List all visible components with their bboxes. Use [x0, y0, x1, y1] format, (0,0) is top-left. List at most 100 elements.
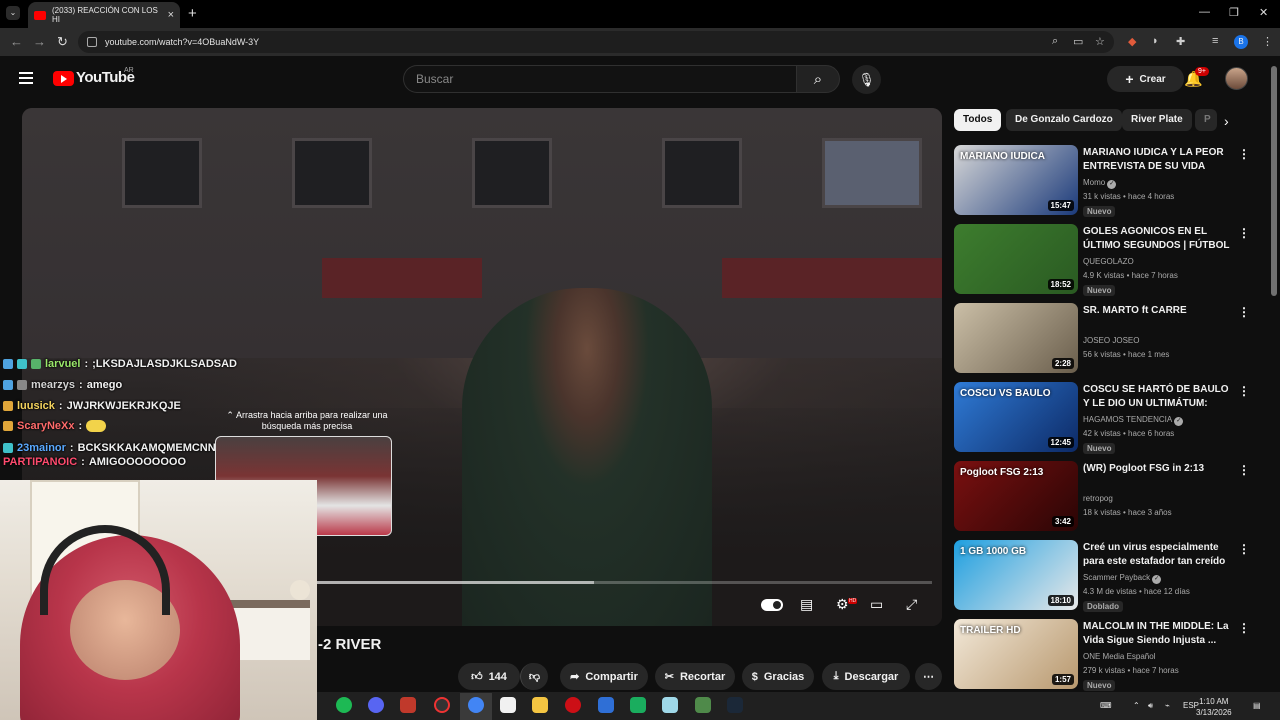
recommended-video[interactable]: 18:52 GOLES AGONICOS EN EL ÚLTIMO SEGUND… — [954, 224, 1254, 296]
thanks-button[interactable]: $ Gracias — [742, 663, 814, 690]
extension-icon[interactable]: ◆ — [1128, 35, 1136, 48]
create-button[interactable]: + Crear — [1107, 66, 1184, 92]
app-2-icon[interactable] — [598, 697, 614, 713]
subtitles-icon[interactable]: ▤ — [800, 596, 813, 613]
minimize-icon[interactable]: — — [1199, 6, 1210, 18]
video-title[interactable]: COSCU SE HARTÓ DE BAULO Y LE DIO UN ULTI… — [1083, 383, 1233, 411]
reading-list-icon[interactable]: ≡ — [1212, 35, 1218, 47]
profile-avatar[interactable]: B — [1234, 35, 1248, 49]
steam-icon[interactable] — [727, 697, 743, 713]
channel-name[interactable]: Momo ✓ — [1083, 178, 1117, 189]
minecraft-icon[interactable] — [695, 697, 711, 713]
volume-icon[interactable]: 🔊︎ — [1148, 701, 1153, 711]
recommended-video[interactable]: COSCU VS BAULO 12:45 COSCU SE HARTÓ DE B… — [954, 382, 1254, 454]
page-scrollbar[interactable] — [1271, 66, 1277, 296]
share-button[interactable]: ➦ Compartir — [560, 663, 648, 690]
voicemeeter-icon[interactable] — [400, 697, 416, 713]
video-title[interactable]: GOLES AGONICOS EN EL ÚLTIMO SEGUNDOS | F… — [1083, 225, 1233, 253]
dislike-button[interactable]: 👎︎ — [520, 663, 548, 690]
tray-chevron-icon[interactable]: ⌃ — [1133, 701, 1140, 710]
channel-name[interactable]: ONE Media Español — [1083, 652, 1155, 661]
autoplay-toggle[interactable] — [761, 599, 783, 611]
file-explorer-icon[interactable] — [532, 697, 548, 713]
keyboard-icon[interactable]: ⌨ — [1100, 701, 1112, 710]
recommended-video[interactable]: Pogloot FSG 2:13 3:42 (WR) Pogloot FSG i… — [954, 461, 1254, 531]
channel-name[interactable]: QUEGOLAZO — [1083, 257, 1134, 266]
video-title[interactable]: SR. MARTO ft CARRE — [1083, 304, 1233, 318]
spotify-icon[interactable] — [336, 697, 352, 713]
new-tab-button[interactable]: + — [188, 5, 197, 22]
channel-name[interactable]: HAGAMOS TENDENCIA ✓ — [1083, 415, 1184, 426]
bookmark-star-icon[interactable]: ☆ — [1095, 35, 1105, 48]
chrome-icon[interactable] — [468, 697, 484, 713]
chevron-right-icon[interactable]: › — [1224, 113, 1229, 129]
recommended-video[interactable]: 2:28 SR. MARTO ft CARRE JOSEO JOSEO 56 k… — [954, 303, 1254, 373]
youtube-logo-icon[interactable] — [53, 71, 74, 86]
app-icon[interactable] — [500, 697, 516, 713]
theater-mode-icon[interactable]: ▭ — [870, 596, 883, 613]
video-thumbnail[interactable]: COSCU VS BAULO 12:45 — [954, 382, 1078, 452]
account-avatar[interactable] — [1225, 67, 1248, 90]
channel-name[interactable]: JOSEO JOSEO — [1083, 336, 1139, 345]
video-title[interactable]: (WR) Pogloot FSG in 2:13 — [1083, 462, 1233, 476]
zoom-icon[interactable]: ⌕ — [1052, 35, 1058, 48]
recommended-video[interactable]: TRAILER HD 1:57 MALCOLM IN THE MIDDLE: L… — [954, 619, 1254, 691]
tab-close-icon[interactable]: × — [168, 9, 174, 21]
settings-gear-icon[interactable]: ⚙ — [836, 596, 849, 613]
video-thumbnail[interactable]: 2:28 — [954, 303, 1078, 373]
forward-icon[interactable]: → — [33, 34, 46, 49]
taskbar-clock[interactable]: 1:10 AM 3/13/2026 — [1196, 696, 1232, 718]
chip-partial[interactable]: P — [1195, 109, 1217, 131]
notification-center-icon[interactable]: ▤ — [1253, 701, 1261, 710]
chip-river-plate[interactable]: River Plate — [1122, 109, 1192, 131]
more-vertical-icon[interactable]: ⋮ — [1238, 542, 1250, 556]
video-thumbnail[interactable]: 1 GB 1000 GB 18:10 — [954, 540, 1078, 610]
more-vertical-icon[interactable]: ⋮ — [1238, 226, 1250, 240]
extension-2-icon[interactable]: ◗ — [1152, 35, 1159, 47]
network-icon[interactable]: ⌁ — [1165, 701, 1170, 710]
search-input[interactable]: Buscar — [403, 65, 796, 93]
more-actions-button[interactable]: ⋯ — [915, 663, 942, 690]
discord-icon[interactable] — [368, 697, 384, 713]
voice-search-button[interactable]: 🎙 — [852, 65, 881, 94]
app-3-icon[interactable] — [662, 697, 678, 713]
like-button[interactable]: 👍︎ 144 — [458, 663, 520, 690]
cast-icon[interactable]: ▭ — [1073, 35, 1083, 48]
browser-menu-icon[interactable]: ⋮ — [1262, 35, 1273, 48]
reload-icon[interactable]: ↻ — [57, 34, 68, 50]
video-title[interactable]: MALCOLM IN THE MIDDLE: La Vida Sigue Sie… — [1083, 620, 1233, 648]
download-button[interactable]: ⤓ Descargar — [822, 663, 910, 690]
clip-button[interactable]: ✂ Recortar — [655, 663, 735, 690]
recommended-video[interactable]: MARIANO IUDICA 15:47 MARIANO IUDICA Y LA… — [954, 145, 1254, 217]
obs-icon[interactable] — [434, 697, 450, 713]
recommended-video[interactable]: 1 GB 1000 GB 18:10 Creé un virus especia… — [954, 540, 1254, 612]
opera-icon[interactable] — [565, 697, 581, 713]
video-thumbnail[interactable]: MARIANO IUDICA 15:47 — [954, 145, 1078, 215]
window-close-icon[interactable]: ✕ — [1259, 6, 1268, 19]
back-icon[interactable]: ← — [10, 34, 23, 49]
search-button[interactable]: ⌕ — [796, 65, 840, 93]
video-title[interactable]: MARIANO IUDICA Y LA PEOR ENTREVISTA DE S… — [1083, 146, 1233, 174]
video-thumbnail[interactable]: 18:52 — [954, 224, 1078, 294]
kick-icon[interactable] — [630, 697, 646, 713]
site-info-icon[interactable] — [87, 37, 97, 47]
chip-todos[interactable]: Todos — [954, 109, 1002, 131]
more-vertical-icon[interactable]: ⋮ — [1238, 621, 1250, 635]
chip-de-gonzalo-cardozo[interactable]: De Gonzalo Cardozo — [1006, 109, 1122, 131]
restore-icon[interactable]: ❐ — [1229, 6, 1239, 19]
more-vertical-icon[interactable]: ⋮ — [1238, 463, 1250, 477]
address-bar[interactable]: youtube.com/watch?v=4OBuaNdW-3Y — [78, 31, 1114, 53]
menu-icon[interactable] — [19, 72, 33, 84]
more-vertical-icon[interactable]: ⋮ — [1238, 147, 1250, 161]
tab-search-button[interactable]: ⌄ — [6, 6, 20, 20]
more-vertical-icon[interactable]: ⋮ — [1238, 305, 1250, 319]
fullscreen-icon[interactable]: ⤢ — [906, 596, 917, 613]
video-thumbnail[interactable]: Pogloot FSG 2:13 3:42 — [954, 461, 1078, 531]
browser-tab-youtube[interactable]: (2033) REACCIÓN CON LOS HI × — [28, 2, 180, 28]
extensions-puzzle-icon[interactable]: ✚ — [1176, 35, 1185, 48]
channel-name[interactable]: retropog — [1083, 494, 1113, 503]
video-title[interactable]: Creé un virus especialmente para este es… — [1083, 541, 1233, 569]
channel-name[interactable]: Scammer Payback ✓ — [1083, 573, 1162, 584]
more-vertical-icon[interactable]: ⋮ — [1238, 384, 1250, 398]
video-thumbnail[interactable]: TRAILER HD 1:57 — [954, 619, 1078, 689]
